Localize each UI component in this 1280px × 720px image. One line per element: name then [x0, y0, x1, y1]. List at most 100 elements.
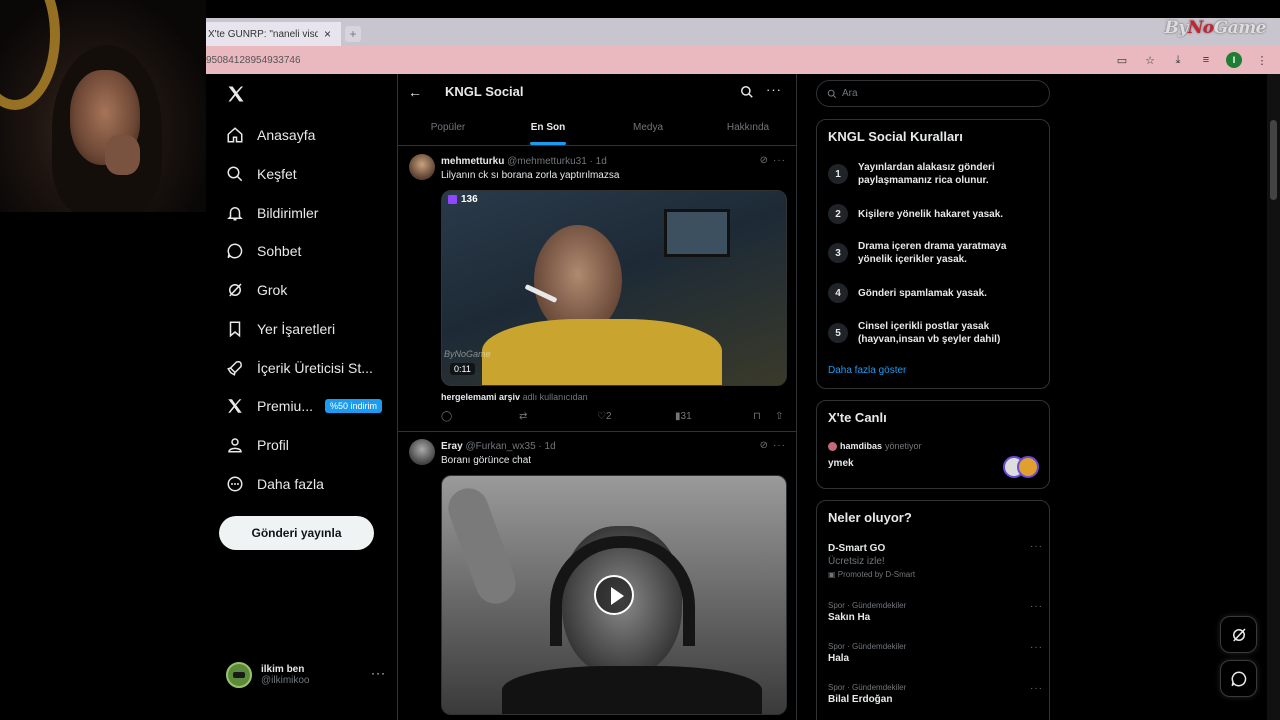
tab-about[interactable]: Hakkında — [698, 110, 796, 145]
more-icon[interactable]: ··· — [1030, 683, 1043, 694]
account-switcher[interactable]: ilkim ben @ilkimikoo ··· — [226, 660, 386, 690]
viewer-count-badge: 136 — [448, 194, 478, 205]
sidebar-item-explore[interactable]: Keşfet — [226, 162, 297, 186]
tab-media[interactable]: Medya — [598, 110, 698, 145]
back-arrow-icon[interactable]: ← — [408, 84, 422, 100]
sidebar-item-bookmarks[interactable]: Yer İşaretleri — [226, 317, 335, 341]
rule-text: Kişilere yönelik hakaret yasak. — [858, 208, 1004, 220]
messages-float-button[interactable] — [1220, 660, 1257, 697]
more-icon[interactable]: ··· — [766, 82, 782, 97]
bookmark-icon — [229, 321, 241, 338]
grok-float-button[interactable] — [1220, 616, 1257, 653]
post-button[interactable]: Gönderi yayınla — [219, 516, 374, 550]
new-tab-button[interactable]: + — [345, 26, 361, 42]
live-card[interactable]: X'te Canlı hamdibas yönetiyor ymek — [816, 400, 1050, 489]
search-icon — [827, 89, 837, 98]
x-logo-icon[interactable] — [226, 84, 246, 104]
live-participant-avatars — [1003, 456, 1039, 478]
rule-item: 5 Cinsel içerikli postlar yasak (hayvan,… — [828, 320, 1043, 346]
like-count: 2 — [605, 411, 612, 422]
more-icon[interactable]: ··· — [1030, 642, 1043, 653]
trend-item[interactable]: D-Smart GO Ücretsiz izle! ▣ Promoted by … — [828, 541, 1043, 579]
grok-icon[interactable]: ⊘ — [760, 155, 768, 166]
rule-item: 3 Drama içeren drama yaratmaya yönelik i… — [828, 240, 1043, 266]
brand-watermark-logo: ByNoGame — [1164, 18, 1267, 38]
from-user-attribution[interactable]: hergelemami arşiv adlı kullanıcıdan — [441, 392, 588, 402]
trend-item[interactable]: Spor · Gündemdekiler Bilal Erdoğan ··· — [828, 683, 1043, 705]
tab-latest[interactable]: En Son — [498, 110, 598, 145]
search-placeholder: Ara — [842, 88, 858, 99]
browser-tabstrip: X'te GUNRP: "naneli visq... https: × + B… — [206, 18, 1280, 46]
avatar[interactable] — [409, 154, 435, 180]
browser-menu-icon[interactable]: ⋮ — [1254, 52, 1270, 68]
grok-icon — [229, 283, 242, 297]
bookmark-star-icon[interactable]: ☆ — [1142, 52, 1158, 68]
show-more-link[interactable]: Daha fazla göster — [828, 365, 906, 376]
trend-name: D-Smart GO — [828, 543, 886, 554]
sidebar-item-label: Daha fazla — [257, 476, 324, 492]
sidebar-item-profile[interactable]: Profil — [226, 433, 289, 457]
twitch-icon — [448, 195, 457, 204]
search-icon — [227, 166, 243, 182]
sidebar-item-more[interactable]: Daha fazla — [226, 472, 324, 496]
search-icon[interactable] — [740, 85, 754, 99]
grok-icon[interactable]: ⊘ — [760, 440, 768, 451]
live-host: hamdibas yönetiyor — [828, 441, 922, 451]
rule-text: Yayınlardan alakasız gönderi paylaşmaman… — [858, 162, 995, 186]
sidebar-item-premium[interactable]: Premiu... %50 indirim — [226, 394, 383, 418]
more-icon[interactable]: ··· — [1030, 541, 1043, 552]
rule-number: 2 — [828, 204, 848, 224]
download-icon[interactable]: ⤓ — [1170, 52, 1186, 68]
address-url[interactable]: 95084128954933746 — [206, 55, 301, 66]
bookmark-icon[interactable]: ⊓ — [753, 411, 761, 422]
post[interactable]: Eray @Furkan_wx35 · 1d ⊘ ··· Boranı görü… — [398, 433, 796, 720]
viewer-count: 136 — [461, 194, 478, 205]
trend-name: Sakın Ha — [828, 612, 871, 623]
repost-icon[interactable]: ⇄ — [519, 411, 527, 422]
x-icon — [228, 399, 242, 413]
more-icon[interactable]: ··· — [1030, 601, 1043, 612]
profile-avatar[interactable]: I — [1226, 52, 1242, 68]
from-user-name[interactable]: hergelemami arşiv — [441, 392, 520, 402]
install-app-icon[interactable]: ▭ — [1114, 52, 1130, 68]
live-space-title[interactable]: ymek — [828, 458, 854, 469]
post-video[interactable] — [441, 475, 787, 715]
browser-tab[interactable]: X'te GUNRP: "naneli visq... https: × — [206, 22, 341, 46]
sidebar-item-label: Bildirimler — [257, 205, 319, 221]
reply-icon[interactable]: ◯ — [441, 411, 452, 422]
sidebar-item-label: Grok — [257, 282, 288, 298]
like-button[interactable]: ♡ 2 — [597, 411, 612, 422]
browser-address-bar[interactable]: 95084128954933746 ▭ ☆ ⤓ ≡ I ⋮ — [206, 46, 1280, 74]
avatar[interactable] — [409, 439, 435, 465]
more-icon[interactable]: ··· — [773, 155, 786, 166]
sidebar-item-chat[interactable]: Sohbet — [226, 239, 301, 263]
post[interactable]: mehmetturku @mehmetturku31 · 1d ⊘ ··· Li… — [398, 148, 796, 432]
sidebar-item-grok[interactable]: Grok — [226, 278, 287, 302]
rule-item: 4 Gönderi spamlamak yasak. — [828, 283, 1043, 303]
trend-item[interactable]: Spor · Gündemdekiler Hala ··· — [828, 642, 1043, 664]
media-control-icon[interactable]: ≡ — [1198, 52, 1214, 68]
live-host-name[interactable]: hamdibas — [840, 441, 882, 451]
close-tab-icon[interactable]: × — [324, 27, 331, 41]
play-button[interactable] — [594, 575, 634, 615]
views-button[interactable]: ▮ 31 — [675, 411, 692, 422]
bell-icon — [227, 207, 243, 221]
sidebar-item-creator-studio[interactable]: İçerik Üreticisi St... — [226, 356, 373, 380]
lamp-light — [0, 0, 60, 110]
card-title: X'te Canlı — [828, 410, 887, 425]
search-input[interactable]: Ara — [816, 80, 1050, 107]
more-icon[interactable]: ··· — [371, 666, 386, 680]
scrollbar-thumb[interactable] — [1270, 120, 1277, 200]
post-video[interactable]: 136 ByNoGame 0:11 — [441, 190, 787, 386]
more-icon[interactable]: ··· — [773, 440, 786, 451]
page-scrollbar[interactable] — [1267, 74, 1280, 720]
sidebar-item-home[interactable]: Anasayfa — [226, 123, 315, 147]
post-author-name[interactable]: mehmetturku — [441, 156, 504, 167]
sidebar-item-notifications[interactable]: Bildirimler — [226, 201, 318, 225]
rule-item: 2 Kişilere yönelik hakaret yasak. — [828, 204, 1043, 224]
tab-popular[interactable]: Popüler — [398, 110, 498, 145]
share-icon[interactable]: ⇧ — [775, 411, 783, 422]
trend-item[interactable]: Spor · Gündemdekiler Sakın Ha ··· — [828, 601, 1043, 623]
post-author-name[interactable]: Eray — [441, 441, 463, 452]
rule-number: 1 — [828, 164, 848, 184]
